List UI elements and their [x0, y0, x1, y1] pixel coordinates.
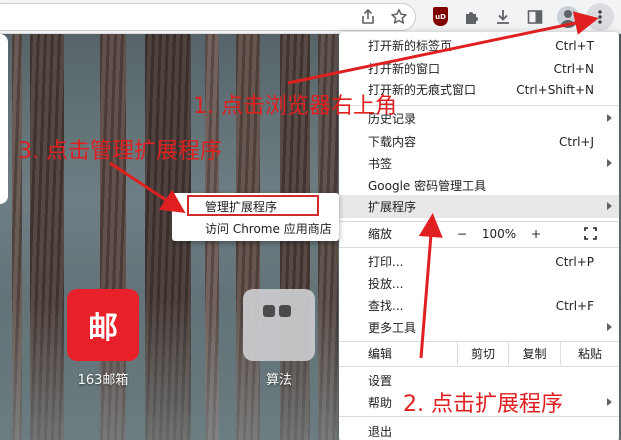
ublock-icon[interactable]: uD — [433, 7, 448, 26]
shortcut-label: 163邮箱 — [77, 373, 129, 388]
menu-shortcut: Ctrl+T — [555, 38, 594, 53]
menu-item-print[interactable]: 打印... Ctrl+P — [339, 250, 619, 273]
menu-item-label: 投放... — [368, 277, 404, 291]
page-card-edge — [0, 34, 8, 204]
menu-item-label: 帮助 — [368, 396, 393, 410]
submenu-arrow-icon — [607, 398, 612, 406]
menu-item-label: 打开新的标签页 — [368, 39, 453, 53]
annotation-step-2: 2. 点击扩展程序 — [403, 392, 563, 417]
zoom-row: 缩放 − 100% + — [339, 222, 619, 245]
manage-extensions-highlight — [187, 195, 319, 216]
browser-toolbar: uD — [0, 0, 621, 34]
submenu-arrow-icon — [607, 202, 612, 210]
menu-divider — [339, 247, 619, 248]
edit-row: 编辑 剪切 复制 粘贴 — [339, 342, 619, 365]
mini-app-icon — [263, 305, 275, 317]
shortcut-label: 算法 — [265, 373, 292, 388]
download-icon[interactable] — [492, 6, 514, 28]
extensions-submenu: 管理扩展程序 访问 Chrome 应用商店 — [172, 193, 339, 241]
menu-item-label: 打开新的窗口 — [368, 62, 441, 76]
zoom-value: 100% — [481, 226, 517, 241]
share-icon[interactable] — [357, 6, 379, 28]
menu-item-label: 扩展程序 — [368, 200, 417, 214]
annotation-step-1: 1. 点击浏览器右上角 — [193, 94, 397, 119]
menu-item-exit[interactable]: 退出 — [339, 420, 619, 440]
menu-item-label: 下载内容 — [368, 135, 417, 149]
menu-item-label: 设置 — [368, 374, 393, 388]
menu-item-chrome-web-store[interactable]: 访问 Chrome 应用商店 — [172, 217, 339, 239]
menu-item-label: 更多工具 — [368, 321, 417, 335]
menu-item-label: 退出 — [368, 425, 393, 439]
shortcut-163-mail[interactable]: 邮 163邮箱 — [58, 289, 148, 388]
menu-item-new-window[interactable]: 打开新的窗口 Ctrl+N — [339, 57, 619, 80]
menu-item-password-manager[interactable]: Google 密码管理工具 — [339, 174, 619, 197]
menu-item-extensions[interactable]: 扩展程序 — [339, 195, 619, 218]
algorithm-tile-icon — [243, 289, 315, 361]
menu-divider — [339, 366, 619, 367]
cut-button[interactable]: 剪切 — [457, 342, 508, 365]
menu-item-label: 查找... — [368, 299, 404, 313]
copy-button[interactable]: 复制 — [508, 342, 560, 365]
ublock-label: uD — [435, 12, 446, 21]
submenu-item-label: 访问 Chrome 应用商店 — [205, 221, 332, 236]
zoom-label: 缩放 — [368, 227, 393, 241]
menu-shortcut: Ctrl+P — [555, 254, 594, 269]
submenu-arrow-icon — [607, 114, 612, 122]
puzzle-icon[interactable] — [461, 6, 483, 28]
mini-app-icon — [279, 305, 291, 317]
menu-item-label: 打印... — [368, 255, 404, 269]
menu-item-more-tools[interactable]: 更多工具 — [339, 316, 619, 339]
mail-glyph: 邮 — [88, 311, 118, 346]
address-bar[interactable] — [0, 3, 416, 31]
menu-shortcut: Ctrl+Shift+N — [516, 82, 594, 97]
menu-item-find[interactable]: 查找... Ctrl+F — [339, 294, 619, 317]
menu-item-bookmarks[interactable]: 书签 — [339, 152, 619, 175]
mail-tile-icon: 邮 — [67, 289, 139, 361]
menu-shortcut: Ctrl+N — [553, 61, 594, 76]
zoom-in-button[interactable]: + — [525, 222, 547, 245]
menu-item-label: 书签 — [368, 157, 393, 171]
menu-item-cast[interactable]: 投放... — [339, 272, 619, 295]
edit-label: 编辑 — [368, 347, 393, 361]
fullscreen-icon[interactable] — [584, 227, 597, 240]
menu-item-label: Google 密码管理工具 — [368, 179, 487, 193]
submenu-arrow-icon — [607, 159, 612, 167]
sidepanel-icon[interactable] — [524, 6, 546, 28]
menu-item-downloads[interactable]: 下载内容 Ctrl+J — [339, 130, 619, 153]
menu-shortcut: Ctrl+J — [559, 134, 594, 149]
kebab-icon[interactable] — [586, 3, 614, 31]
star-icon[interactable] — [388, 6, 410, 28]
menu-item-new-tab[interactable]: 打开新的标签页 Ctrl+T — [339, 34, 619, 57]
shortcut-algorithm[interactable]: 算法 — [234, 289, 324, 388]
zoom-out-button[interactable]: − — [451, 222, 473, 245]
submenu-arrow-icon — [607, 323, 612, 331]
menu-shortcut: Ctrl+F — [555, 298, 594, 313]
avatar-icon[interactable] — [557, 6, 579, 28]
annotation-step-3: 3. 点击管理扩展程序 — [18, 139, 222, 164]
paste-button[interactable]: 粘贴 — [560, 342, 619, 365]
